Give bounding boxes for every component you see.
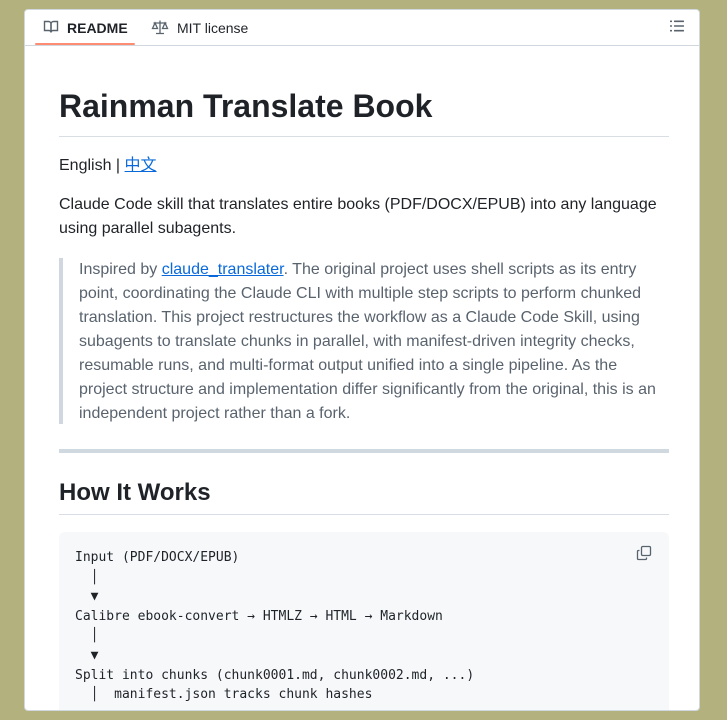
tab-readme[interactable]: README — [35, 10, 135, 46]
lang-separator: | — [111, 157, 125, 174]
quote-prefix: Inspired by — [79, 261, 162, 278]
claude-translater-link[interactable]: claude_translater — [162, 261, 284, 278]
readme-title: Rainman Translate Book — [59, 88, 433, 124]
scale-icon — [151, 19, 169, 38]
tab-license-label: MIT license — [177, 20, 249, 36]
quote-text: . The original project uses shell script… — [79, 261, 656, 422]
outline-button[interactable] — [663, 14, 691, 42]
title-divider — [59, 136, 669, 137]
section-heading-how-it-works: How It Works — [59, 479, 211, 506]
book-icon — [43, 19, 59, 38]
language-switcher: English | 中文 — [59, 156, 157, 176]
copy-icon — [636, 545, 652, 566]
code-block: Input (PDF/DOCX/EPUB) │ ▼ Calibre ebook-… — [59, 532, 669, 710]
copy-button[interactable] — [633, 544, 655, 566]
tab-readme-label: README — [67, 20, 128, 36]
code-block-text: Input (PDF/DOCX/EPUB) │ ▼ Calibre ebook-… — [75, 550, 475, 710]
inspiration-quote: Inspired by claude_translater. The origi… — [59, 258, 669, 424]
readme-tabbar: README MIT license — [25, 10, 699, 46]
lang-english: English — [59, 157, 112, 174]
section-heading-divider — [59, 514, 669, 515]
list-unordered-icon — [669, 18, 685, 39]
readme-panel: README MIT license Rainman Translate Boo… — [24, 9, 700, 711]
section-divider — [59, 449, 669, 453]
lang-chinese-link[interactable]: 中文 — [125, 157, 157, 174]
tab-license[interactable]: MIT license — [151, 10, 261, 46]
readme-description: Claude Code skill that translates entire… — [59, 196, 657, 237]
active-tab-indicator — [35, 43, 135, 45]
